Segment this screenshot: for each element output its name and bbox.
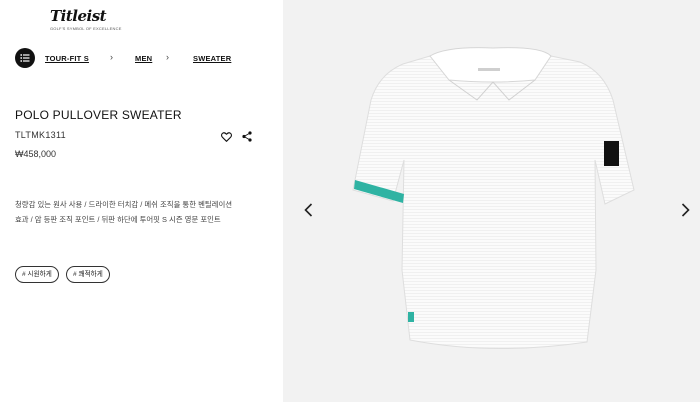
product-info-panel: Titleist GOLF'S SYMBOL OF EXCELLENCE TOU…: [0, 0, 283, 402]
description-line: 효과 / 암 등판 조직 포인트 / 뒤판 하단에 투어핏 S 시즌 영문 포인…: [15, 215, 221, 224]
product-title: POLO PULLOVER SWEATER: [15, 108, 182, 122]
product-image-area: [283, 0, 700, 402]
logo-tagline: GOLF'S SYMBOL OF EXCELLENCE: [50, 26, 122, 31]
product-description: 청량감 있는 원사 사용 / 드라이한 터치감 / 메쉬 조직을 통한 벤틸레이…: [15, 197, 265, 227]
logo-wordmark: Titleist: [50, 7, 107, 25]
breadcrumb-item-men[interactable]: MEN: [135, 54, 152, 63]
share-button[interactable]: [242, 129, 252, 147]
product-image-polo-sweater: [352, 47, 635, 349]
menu-button[interactable]: [15, 48, 35, 68]
chevron-right-icon: [681, 203, 690, 217]
next-image-button[interactable]: [681, 203, 690, 222]
chevron-left-icon: [304, 203, 313, 217]
prev-image-button[interactable]: [304, 203, 313, 222]
share-icon: [242, 131, 252, 142]
breadcrumb-separator: ›: [166, 52, 169, 62]
description-line: 청량감 있는 원사 사용 / 드라이한 터치감 / 메쉬 조직을 통한 벤틸레이…: [15, 200, 233, 209]
breadcrumb-separator: ›: [110, 52, 113, 62]
breadcrumb-item-tour-fit-s[interactable]: TOUR-FIT S: [45, 54, 89, 63]
brand-logo[interactable]: Titleist GOLF'S SYMBOL OF EXCELLENCE: [50, 7, 122, 31]
menu-list-icon: [20, 54, 30, 62]
product-sku: TLTMK1311: [15, 130, 66, 140]
hashtag-cool[interactable]: # 시원하게: [15, 266, 59, 283]
breadcrumb-item-sweater[interactable]: SWEATER: [193, 54, 231, 63]
hashtag-comfortable[interactable]: # 쾌적하게: [66, 266, 110, 283]
heart-icon: [221, 132, 232, 142]
product-price: ₩458,000: [15, 149, 57, 159]
wishlist-button[interactable]: [221, 129, 232, 147]
